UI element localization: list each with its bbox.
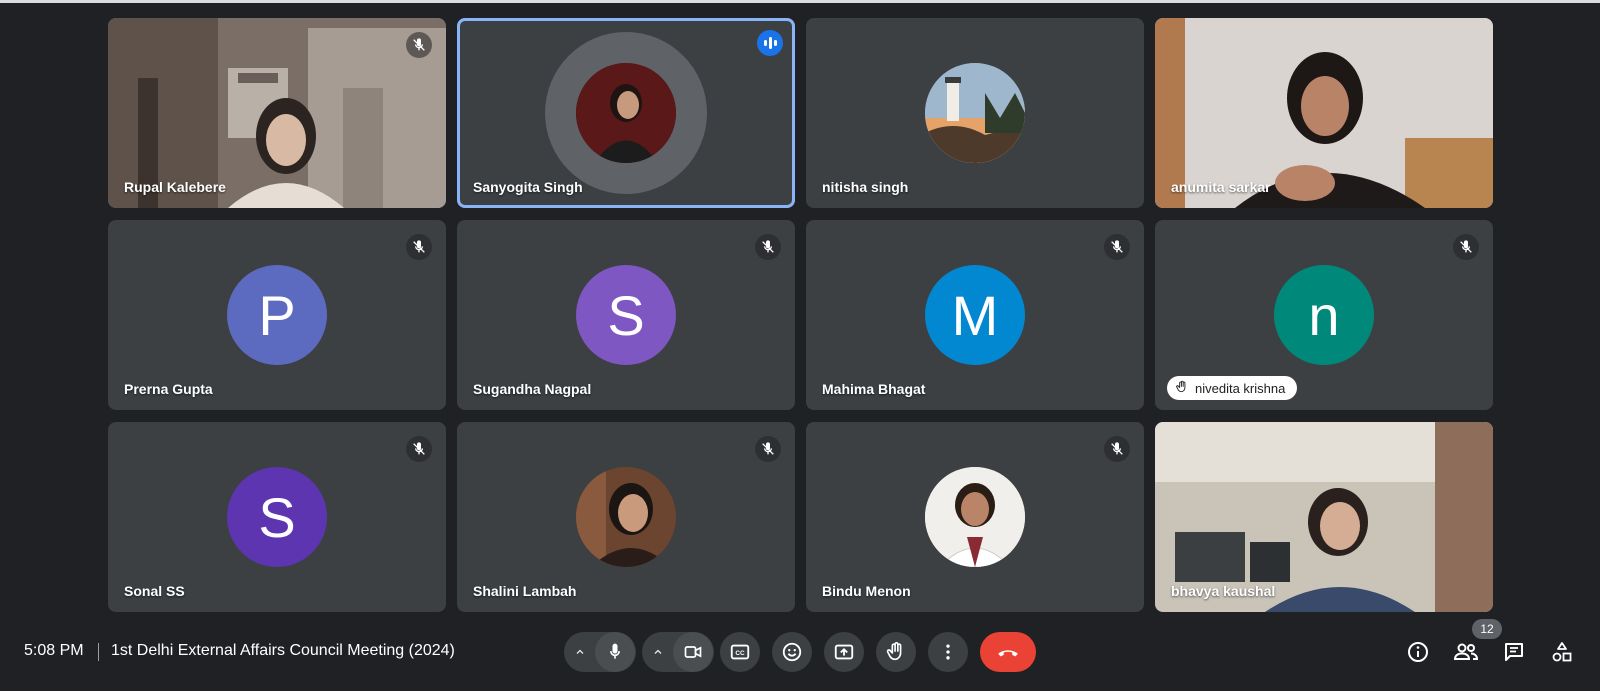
avatar-initial: S [607,283,645,347]
participant-name: Prerna Gupta [124,381,213,397]
reactions-button[interactable] [772,632,812,672]
svg-text:CC: CC [735,650,745,657]
avatar [576,63,676,163]
raised-hand-name-chip: nivedita krishna [1167,376,1298,400]
hand-icon [886,642,902,661]
mic-off-icon [755,234,781,260]
people-icon [1453,643,1479,660]
mic-off-icon [406,436,432,462]
emoji-icon [782,642,802,662]
avatar [925,63,1025,163]
audio-level-icon [757,30,783,56]
avatar [576,467,676,567]
mic-control-group [564,632,636,672]
participant-name: Rupal Kalebere [124,179,226,195]
avatar [925,467,1025,567]
participant-name: nivedita krishna [1195,380,1286,396]
divider [98,643,99,661]
chat-icon [1505,643,1523,661]
participant-tile-bindu[interactable]: Bindu Menon [806,422,1144,612]
participant-tile-sanyogita[interactable]: Sanyogita Singh [457,18,795,208]
closed-captions-icon: CC [730,644,750,660]
mic-off-icon [1104,234,1130,260]
avatar: M [925,265,1025,365]
participant-tile-anumita[interactable]: anumita sarkar [1155,18,1493,208]
end-call-icon [998,650,1018,657]
participant-name: bhavya kaushal [1171,583,1276,599]
raise-hand-icon [1175,380,1189,397]
mic-off-icon [406,234,432,260]
meeting-details-button[interactable] [1404,638,1432,666]
camera-icon [684,646,702,658]
present-screen-icon [834,644,854,660]
camera-button[interactable] [673,632,713,672]
participant-tile-sonal[interactable]: S Sonal SS [108,422,446,612]
participant-tile-shalini[interactable]: Shalini Lambah [457,422,795,612]
present-button[interactable] [824,632,864,672]
meeting-clock: 5:08 PM [24,642,84,659]
participant-name: Bindu Menon [822,583,911,599]
people-button[interactable] [1452,638,1480,666]
participant-tile-nitisha[interactable]: nitisha singh [806,18,1144,208]
avatar-initial: S [258,485,296,549]
avatar-initial: P [258,283,296,347]
mic-off-icon [1104,436,1130,462]
participant-name: Sonal SS [124,583,185,599]
participant-grid: Rupal Kalebere Sanyogita Singh nitisha s… [108,18,1494,612]
avatar-initial: M [951,283,999,347]
participant-tile-mahima[interactable]: M Mahima Bhagat [806,220,1144,410]
participant-name: Sanyogita Singh [473,179,583,195]
avatar: n [1274,265,1374,365]
camera-control-group [642,632,714,672]
chat-button[interactable] [1500,638,1528,666]
participant-tile-bhavya[interactable]: bhavya kaushal [1155,422,1493,612]
participant-name: Sugandha Nagpal [473,381,592,397]
mic-button[interactable] [595,632,635,672]
chevron-up-icon[interactable] [643,632,673,672]
participant-tile-prerna[interactable]: P Prerna Gupta [108,220,446,410]
participant-name: Mahima Bhagat [822,381,926,397]
avatar: S [576,265,676,365]
participant-name: anumita sarkar [1171,179,1271,195]
participant-name: Shalini Lambah [473,583,577,599]
mic-off-icon [1453,234,1479,260]
participant-tile-sugandha[interactable]: S Sugandha Nagpal [457,220,795,410]
activities-icon [1552,642,1572,662]
avatar-initial: n [1308,283,1340,347]
avatar: S [227,467,327,567]
mic-off-icon [755,436,781,462]
participant-name: nitisha singh [822,179,909,195]
mic-icon [610,643,620,659]
browser-top-edge [0,0,1600,3]
mic-off-icon [406,32,432,58]
captions-button[interactable]: CC [720,632,760,672]
raise-hand-button[interactable] [876,632,916,672]
activities-button[interactable] [1548,638,1576,666]
participant-tile-nivedita[interactable]: n nivedita krishna [1155,220,1493,410]
more-options-button[interactable] [928,632,968,672]
people-count-badge: 12 [1472,619,1502,639]
participant-tile-rupal[interactable]: Rupal Kalebere [108,18,446,208]
meeting-title: 1st Delhi External Affairs Council Meeti… [111,642,455,659]
chevron-up-icon[interactable] [565,632,595,672]
info-icon [1408,642,1428,662]
leave-call-button[interactable] [980,632,1036,672]
more-vert-icon [946,644,950,660]
avatar: P [227,265,327,365]
